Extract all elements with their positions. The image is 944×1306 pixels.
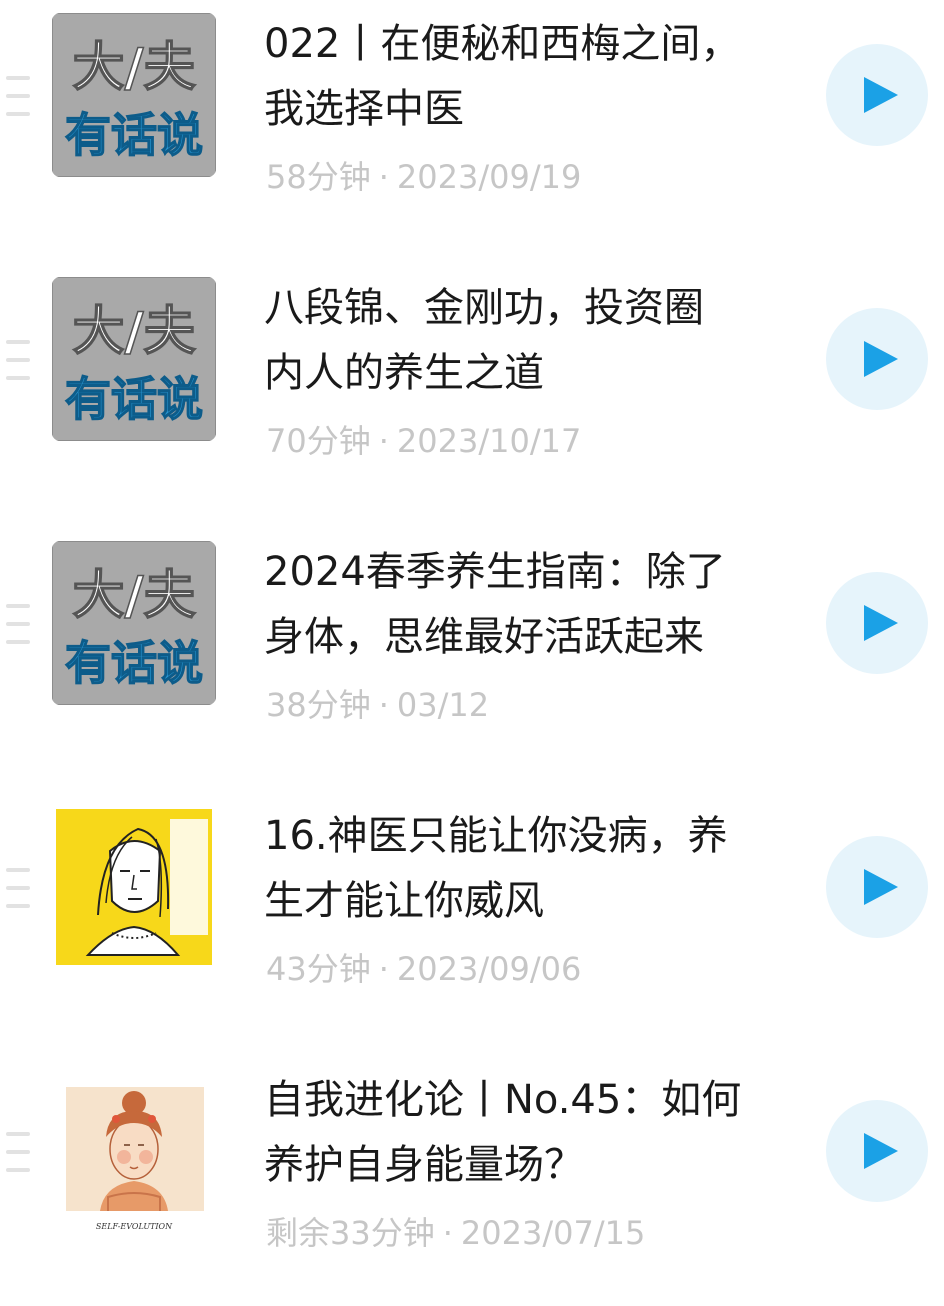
play-button[interactable]	[826, 572, 928, 674]
episode-cover-self-evolution: SELF-EVOLUTION	[52, 1069, 216, 1233]
episode-item[interactable]: SELF-EVOLUTION 自我进化论丨No.45：如何 养护自身能量场？ 剩…	[0, 1056, 944, 1306]
play-icon	[864, 77, 898, 113]
play-button[interactable]	[826, 44, 928, 146]
episode-title[interactable]: 16.神医只能让你没病，养 生才能让你威风	[264, 804, 804, 934]
episode-meta: 70分钟 · 2023/10/17	[266, 422, 582, 460]
episode-title[interactable]: 2024春季养生指南：除了 身体，思维最好活跃起来	[264, 540, 804, 670]
episode-meta: 58分钟 · 2023/09/19	[266, 158, 582, 196]
episode-meta: 剩余33分钟 · 2023/07/15	[266, 1214, 646, 1252]
episode-duration: 38分钟	[266, 686, 371, 724]
play-icon	[864, 1133, 898, 1169]
episode-list: 大/夫 有话说 022丨在便秘和西梅之间， 我选择中医 58分钟 · 2023/09…	[0, 0, 944, 1256]
episode-duration: 70分钟	[266, 422, 371, 460]
play-icon	[864, 341, 898, 377]
episode-cover-dafu: 大/夫 有话说	[52, 13, 216, 177]
svg-text:有话说: 有话说	[65, 636, 203, 690]
svg-text:有话说: 有话说	[65, 108, 203, 162]
episode-meta: 43分钟 · 2023/09/06	[266, 950, 582, 988]
episode-item[interactable]: 大/夫 有话说 022丨在便秘和西梅之间， 我选择中医 58分钟 · 2023/09…	[0, 0, 944, 250]
play-button[interactable]	[826, 836, 928, 938]
episode-item[interactable]: 16.神医只能让你没病，养 生才能让你威风 43分钟 · 2023/09/06	[0, 792, 944, 1042]
episode-cover-dafu: 大/夫 有话说	[52, 541, 216, 705]
episode-title[interactable]: 自我进化论丨No.45：如何 养护自身能量场？	[264, 1068, 804, 1198]
episode-item[interactable]: 大/夫 有话说 2024春季养生指南：除了 身体，思维最好活跃起来 38分钟 · 0…	[0, 528, 944, 778]
svg-text:SELF-EVOLUTION: SELF-EVOLUTION	[96, 1222, 173, 1231]
episode-cover-sketch	[52, 805, 216, 969]
episode-title[interactable]: 022丨在便秘和西梅之间， 我选择中医	[264, 12, 804, 142]
episode-date: 2023/09/06	[396, 950, 582, 988]
drag-handle-icon[interactable]	[6, 76, 30, 116]
svg-text:大/夫: 大/夫	[73, 302, 197, 362]
svg-text:大/夫: 大/夫	[73, 38, 197, 98]
svg-text:大/夫: 大/夫	[73, 566, 197, 626]
episode-title[interactable]: 八段锦、金刚功，投资圈 内人的养生之道	[264, 276, 804, 406]
episode-duration: 43分钟	[266, 950, 371, 988]
play-icon	[864, 605, 898, 641]
episode-duration: 58分钟	[266, 158, 371, 196]
episode-date: 2023/09/19	[396, 158, 582, 196]
episode-item[interactable]: 大/夫 有话说 八段锦、金刚功，投资圈 内人的养生之道 70分钟 · 2023/10…	[0, 264, 944, 514]
drag-handle-icon[interactable]	[6, 340, 30, 380]
episode-cover-dafu: 大/夫 有话说	[52, 277, 216, 441]
episode-meta: 38分钟 · 03/12	[266, 686, 490, 724]
drag-handle-icon[interactable]	[6, 1132, 30, 1172]
episode-date: 03/12	[396, 686, 490, 724]
play-icon	[864, 869, 898, 905]
episode-date: 2023/07/15	[460, 1214, 646, 1252]
drag-handle-icon[interactable]	[6, 604, 30, 644]
episode-duration: 剩余33分钟	[266, 1214, 435, 1252]
play-button[interactable]	[826, 308, 928, 410]
svg-text:有话说: 有话说	[65, 372, 203, 426]
episode-date: 2023/10/17	[396, 422, 582, 460]
drag-handle-icon[interactable]	[6, 868, 30, 908]
play-button[interactable]	[826, 1100, 928, 1202]
